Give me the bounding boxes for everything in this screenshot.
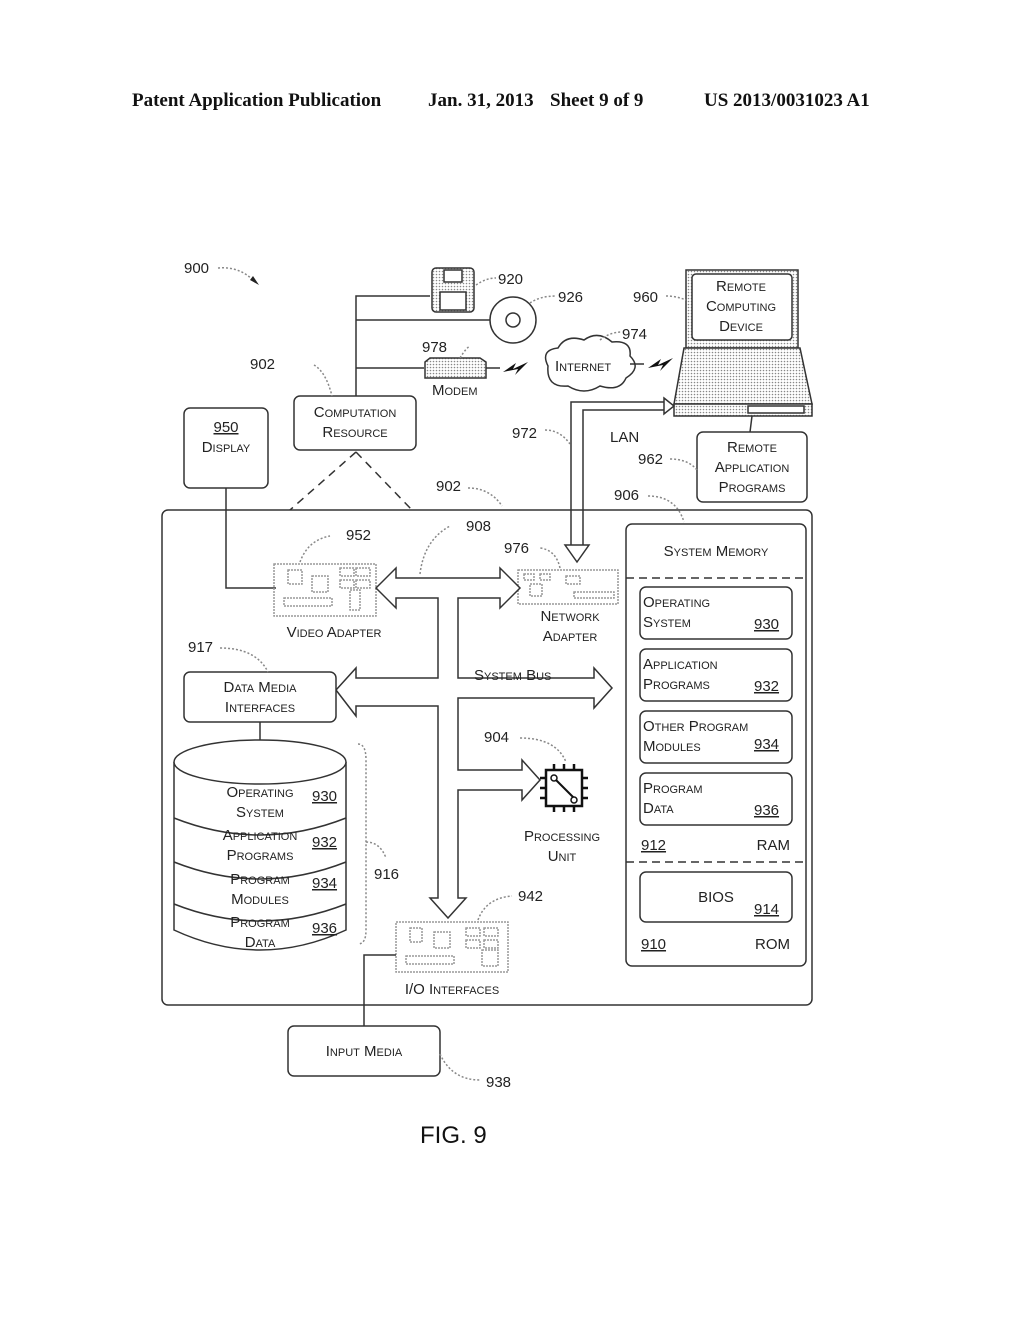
arrow-900-icon	[250, 276, 259, 285]
ref-926: 926	[558, 289, 583, 306]
internet-label: Internet	[555, 358, 611, 375]
remote-device-label-1: Remote	[716, 278, 766, 295]
ref-917: 917	[188, 639, 213, 656]
modem-label: Modem	[432, 382, 478, 399]
rom-label: ROM	[755, 936, 790, 953]
ref-974: 974	[622, 326, 647, 343]
ref-902-inner: 902	[436, 478, 461, 495]
memory-item-line2: Programs	[643, 676, 710, 693]
ref-908: 908	[466, 518, 491, 535]
line-floppy	[355, 295, 430, 398]
memory-item-line2: Modules	[643, 738, 701, 755]
lan-label: LAN	[610, 429, 639, 446]
line-input-media	[363, 954, 396, 1026]
remote-apps-label-3: Programs	[719, 479, 786, 496]
disk-item-line2: Data	[245, 934, 276, 951]
ref-962: 962	[638, 451, 663, 468]
ref-978: 978	[422, 339, 447, 356]
ref-914: 914	[754, 901, 779, 918]
ref-976: 976	[504, 540, 529, 557]
memory-item-line1: Program	[643, 780, 703, 797]
ref-950: 950	[213, 419, 238, 436]
memory-item-line2: System	[643, 614, 691, 631]
display-label: Display	[202, 439, 251, 456]
remote-device-label-3: Device	[719, 318, 763, 335]
lan-down-arrow-icon	[563, 544, 591, 564]
ref-960: 960	[633, 289, 658, 306]
system-bus-label: System Bus	[474, 667, 551, 684]
optical-disc-icon	[489, 296, 537, 344]
input-media-label: Input Media	[326, 1043, 403, 1060]
computation-resource-label-1: Computation	[314, 404, 397, 421]
bios-label: BIOS	[698, 889, 734, 906]
disk-item-ref: 934	[312, 875, 337, 892]
memory-item-line1: Application	[643, 656, 718, 673]
memory-item-line1: Operating	[643, 594, 710, 611]
disk-item-line1: Operating	[226, 784, 293, 801]
system-memory-label: System Memory	[664, 543, 769, 560]
computation-resource-label-2: Resource	[322, 424, 387, 441]
data-media-label-1: Data Media	[224, 679, 298, 696]
remote-device-label-2: Computing	[706, 298, 776, 315]
ref-912: 912	[641, 837, 666, 854]
lan-arrow-icon	[663, 396, 676, 416]
ref-920: 920	[498, 271, 523, 288]
disk-item-line2: Modules	[231, 891, 289, 908]
disk-item-line1: Program	[230, 871, 290, 888]
disk-item-line2: Programs	[227, 847, 294, 864]
ref-910: 910	[641, 936, 666, 953]
ref-900: 900	[184, 260, 209, 277]
figure-label: FIG. 9	[420, 1122, 487, 1149]
ref-904: 904	[484, 729, 509, 746]
memory-item-line1: Other Program	[643, 718, 748, 735]
ref-972: 972	[512, 425, 537, 442]
remote-apps-label-2: Application	[715, 459, 790, 476]
processing-unit-chip-icon	[540, 764, 588, 812]
memory-item-ref: 936	[754, 802, 779, 819]
ram-label: RAM	[757, 837, 790, 854]
memory-item-ref: 934	[754, 736, 779, 753]
network-adapter-card-icon	[517, 569, 619, 605]
memory-item-ref: 932	[754, 678, 779, 695]
line-display	[225, 488, 276, 589]
ref-952: 952	[346, 527, 371, 544]
video-adapter-label: Video Adapter	[287, 624, 382, 641]
network-adapter-label-2: Adapter	[543, 628, 598, 645]
disk-item-ref: 932	[312, 834, 337, 851]
io-interfaces-label: I/O Interfaces	[405, 981, 499, 998]
modem-icon	[424, 357, 487, 379]
ref-916: 916	[374, 866, 399, 883]
disk-item-line1: Application	[223, 827, 298, 844]
lightning-icon	[503, 362, 528, 375]
io-interfaces-card-icon	[395, 921, 509, 973]
processing-unit-label-2: Unit	[548, 848, 577, 865]
ref-942: 942	[518, 888, 543, 905]
ref-938: 938	[486, 1074, 511, 1091]
video-adapter-card-icon	[273, 563, 377, 617]
memory-item-line2: Data	[643, 800, 674, 817]
memory-item-ref: 930	[754, 616, 779, 633]
data-media-label-2: Interfaces	[225, 699, 295, 716]
ref-906: 906	[614, 487, 639, 504]
processing-unit-label-1: Processing	[524, 828, 600, 845]
ref-902: 902	[250, 356, 275, 373]
disk-item-line1: Program	[230, 914, 290, 931]
lightning-icon	[648, 358, 673, 371]
figure-diagram: 900 902 920 926 978 Modem 974 Internet 9…	[161, 260, 813, 1091]
disk-item-ref: 936	[312, 920, 337, 937]
remote-apps-label-1: Remote	[727, 439, 777, 456]
network-adapter-label-1: Network	[540, 608, 600, 625]
leader-900	[217, 267, 256, 283]
disk-item-ref: 930	[312, 788, 337, 805]
floppy-disk-icon	[431, 267, 475, 313]
disk-item-line2: System	[236, 804, 284, 821]
